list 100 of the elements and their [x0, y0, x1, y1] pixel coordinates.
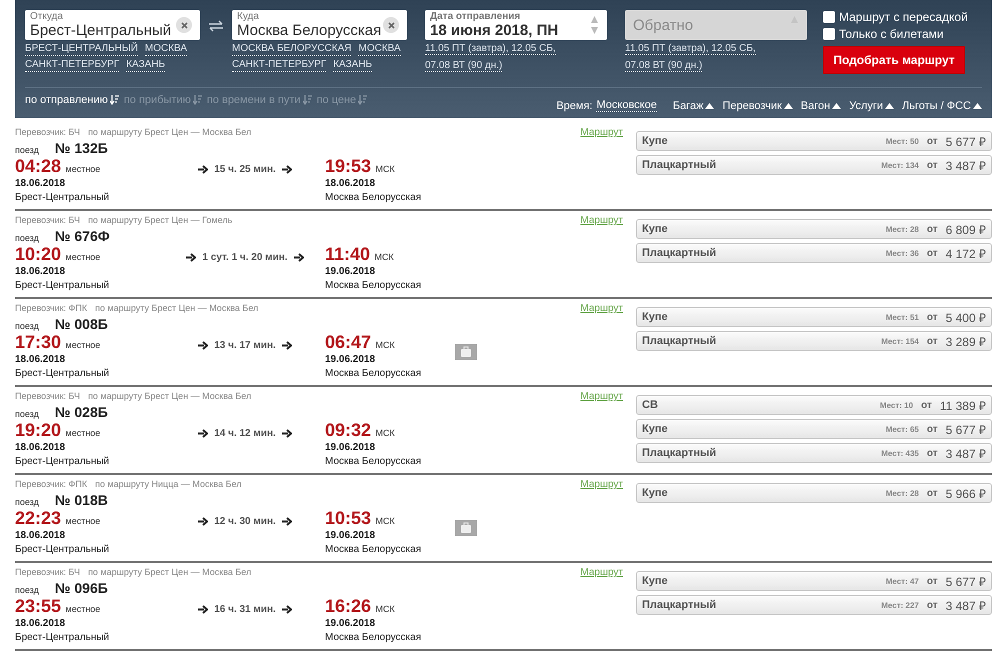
car-class-button[interactable]: Купе Мест: 28 от 6 809 ₽ — [636, 219, 992, 239]
travel-duration: 12 ч. 30 мин. — [214, 516, 276, 527]
carrier-text: Перевозчик: БЧ — [15, 215, 80, 225]
route-text: по маршруту Брест Цен — Гомель — [88, 215, 232, 225]
car-class-button[interactable]: Купе Мест: 28 от 5 966 ₽ — [636, 483, 992, 503]
departure-date: 18.06.2018 — [15, 265, 66, 279]
clear-icon[interactable] — [383, 17, 399, 33]
price: 3 487 ₽ — [946, 598, 986, 614]
arrival-time: 11:40 — [325, 244, 370, 264]
arrow-icon — [198, 605, 208, 614]
car-class-button[interactable]: Плацкартный Мест: 36 от 4 172 ₽ — [636, 243, 992, 263]
car-class-button[interactable]: Плацкартный Мест: 435 от 3 487 ₽ — [636, 443, 992, 463]
car-class-button[interactable]: СВ Мест: 10 от 11 389 ₽ — [636, 395, 992, 415]
travel-duration: 14 ч. 12 мин. — [214, 428, 276, 439]
departure-time: 22:23 — [15, 508, 62, 528]
arrival-time: 16:26 — [325, 596, 372, 616]
time-zone: МСК — [376, 164, 395, 174]
time-zone: местное — [66, 516, 100, 526]
date-link[interactable]: 11.05 ПТ (завтра), — [625, 43, 709, 55]
car-class-button[interactable]: Купе Мест: 65 от 5 677 ₽ — [636, 419, 992, 439]
from-label: от — [926, 600, 938, 610]
from-label: от — [926, 136, 938, 146]
date-link[interactable]: 11.05 ПТ (завтра), — [425, 43, 509, 55]
filter-dropdown[interactable]: Вагон — [800, 100, 830, 112]
field-value: 18 июня 2018, ПН — [430, 22, 558, 39]
car-class-button[interactable]: Купе Мест: 51 от 5 400 ₽ — [636, 307, 992, 327]
price: 5 677 ₽ — [946, 574, 986, 590]
route-text: по маршруту Брест Цен — Москва Бел — [88, 127, 252, 137]
filter-dropdown[interactable]: Перевозчик — [722, 100, 782, 112]
field-label: Дата отправления — [430, 12, 520, 22]
caret-icon[interactable] — [705, 102, 714, 108]
caret-icon[interactable] — [832, 102, 842, 108]
arrow-icon — [186, 253, 196, 262]
seats-count: Мест: 28 — [886, 488, 919, 498]
car-class-button[interactable]: Плацкартный Мест: 134 от 3 487 ₽ — [636, 155, 992, 175]
field-label: Куда — [237, 12, 259, 22]
train-label: поезд — [15, 409, 39, 419]
sort-option[interactable]: по отправлению — [25, 94, 108, 106]
filter-dropdown[interactable]: Льготы / ФСС — [902, 100, 971, 112]
car-class-button[interactable]: Купе Мест: 47 от 5 677 ₽ — [636, 571, 992, 591]
station-link[interactable]: БРЕСТ-ЦЕНТРАЛЬНЫЙ — [25, 43, 138, 56]
filter-dropdown[interactable]: Багаж — [672, 100, 704, 112]
date-field[interactable]: Дата отправления 18 июня 2018, ПН — [425, 10, 607, 40]
from-label: от — [926, 312, 938, 322]
from-label: от — [926, 160, 938, 170]
station-field[interactable]: Откуда Брест-Центральный — [25, 10, 200, 40]
station-link[interactable]: КАЗАНЬ — [333, 59, 372, 72]
station-link[interactable]: САНКТ-ПЕТЕРБУРГ — [232, 59, 326, 72]
car-class-button[interactable]: Плацкартный Мест: 227 от 3 487 ₽ — [636, 595, 992, 615]
station-link[interactable]: САНКТ-ПЕТЕРБУРГ — [25, 59, 120, 72]
from-label: от — [926, 488, 938, 498]
time-zone: МСК — [374, 252, 394, 262]
station-link[interactable]: МОСКВА — [358, 43, 401, 56]
train-number: № 008Б — [54, 316, 108, 332]
train-label: поезд — [15, 497, 39, 507]
date-link[interactable]: 07.08 ВТ (90 дн.) — [625, 60, 702, 72]
car-type: Купе — [642, 423, 668, 435]
departure-date: 18.06.2018 — [15, 177, 66, 191]
departure-date: 18.06.2018 — [15, 529, 66, 543]
arrow-icon — [282, 605, 292, 614]
time-zone-link[interactable]: Московское — [596, 99, 657, 112]
train-label: поезд — [15, 233, 39, 243]
checkbox[interactable] — [823, 28, 835, 40]
departure-station: Брест-Центральный — [15, 191, 110, 205]
route-text: по маршруту Ницца — Москва Бел — [95, 479, 242, 489]
station-link[interactable]: МОСКВА — [144, 43, 188, 56]
return-date-field[interactable]: Обратно — [625, 10, 807, 40]
departure-station: Брест-Центральный — [15, 279, 110, 293]
travel-duration: 15 ч. 25 мин. — [214, 164, 276, 175]
date-link[interactable]: 12.05 СБ, — [711, 43, 756, 55]
route-text: по маршруту Брест Цен — Москва Бел — [88, 567, 252, 577]
seats-count: Мест: 28 — [886, 224, 919, 234]
caret-icon[interactable] — [973, 102, 982, 108]
from-label: от — [926, 424, 938, 434]
car-class-button[interactable]: Плацкартный Мест: 154 от 3 289 ₽ — [636, 331, 992, 351]
departure-date: 18.06.2018 — [15, 441, 66, 455]
swap-icon[interactable] — [208, 20, 224, 32]
find-route-button[interactable]: Подобрать маршрут — [823, 46, 965, 74]
car-type: Купе — [642, 135, 668, 147]
clear-icon[interactable] — [176, 17, 192, 33]
time-zone: местное — [66, 164, 100, 174]
date-link[interactable]: 12.05 СБ, — [511, 43, 556, 55]
car-class-button[interactable]: Купе Мест: 50 от 5 677 ₽ — [636, 131, 992, 151]
arrow-icon — [198, 517, 208, 526]
date-link[interactable]: 07.08 ВТ (90 дн.) — [425, 60, 502, 72]
time-zone: МСК — [376, 428, 395, 438]
filter-dropdown[interactable]: Услуги — [849, 100, 884, 112]
station-link[interactable]: МОСКВА БЕЛОРУССКАЯ — [232, 43, 352, 56]
caret-icon[interactable] — [885, 102, 894, 108]
station-field[interactable]: Куда Москва Белорусская — [232, 10, 407, 40]
departure-time: 19:20 — [15, 420, 62, 440]
car-type: Купе — [642, 487, 668, 499]
seats-count: Мест: 227 — [881, 600, 919, 610]
checkbox[interactable] — [823, 11, 835, 23]
caret-icon[interactable] — [784, 102, 793, 108]
departure-time: 17:30 — [15, 332, 62, 352]
car-type: Купе — [642, 575, 668, 587]
station-link[interactable]: КАЗАНЬ — [126, 59, 166, 72]
seats-count: Мест: 50 — [886, 136, 919, 146]
arrival-station: Москва Белорусская — [325, 631, 422, 645]
